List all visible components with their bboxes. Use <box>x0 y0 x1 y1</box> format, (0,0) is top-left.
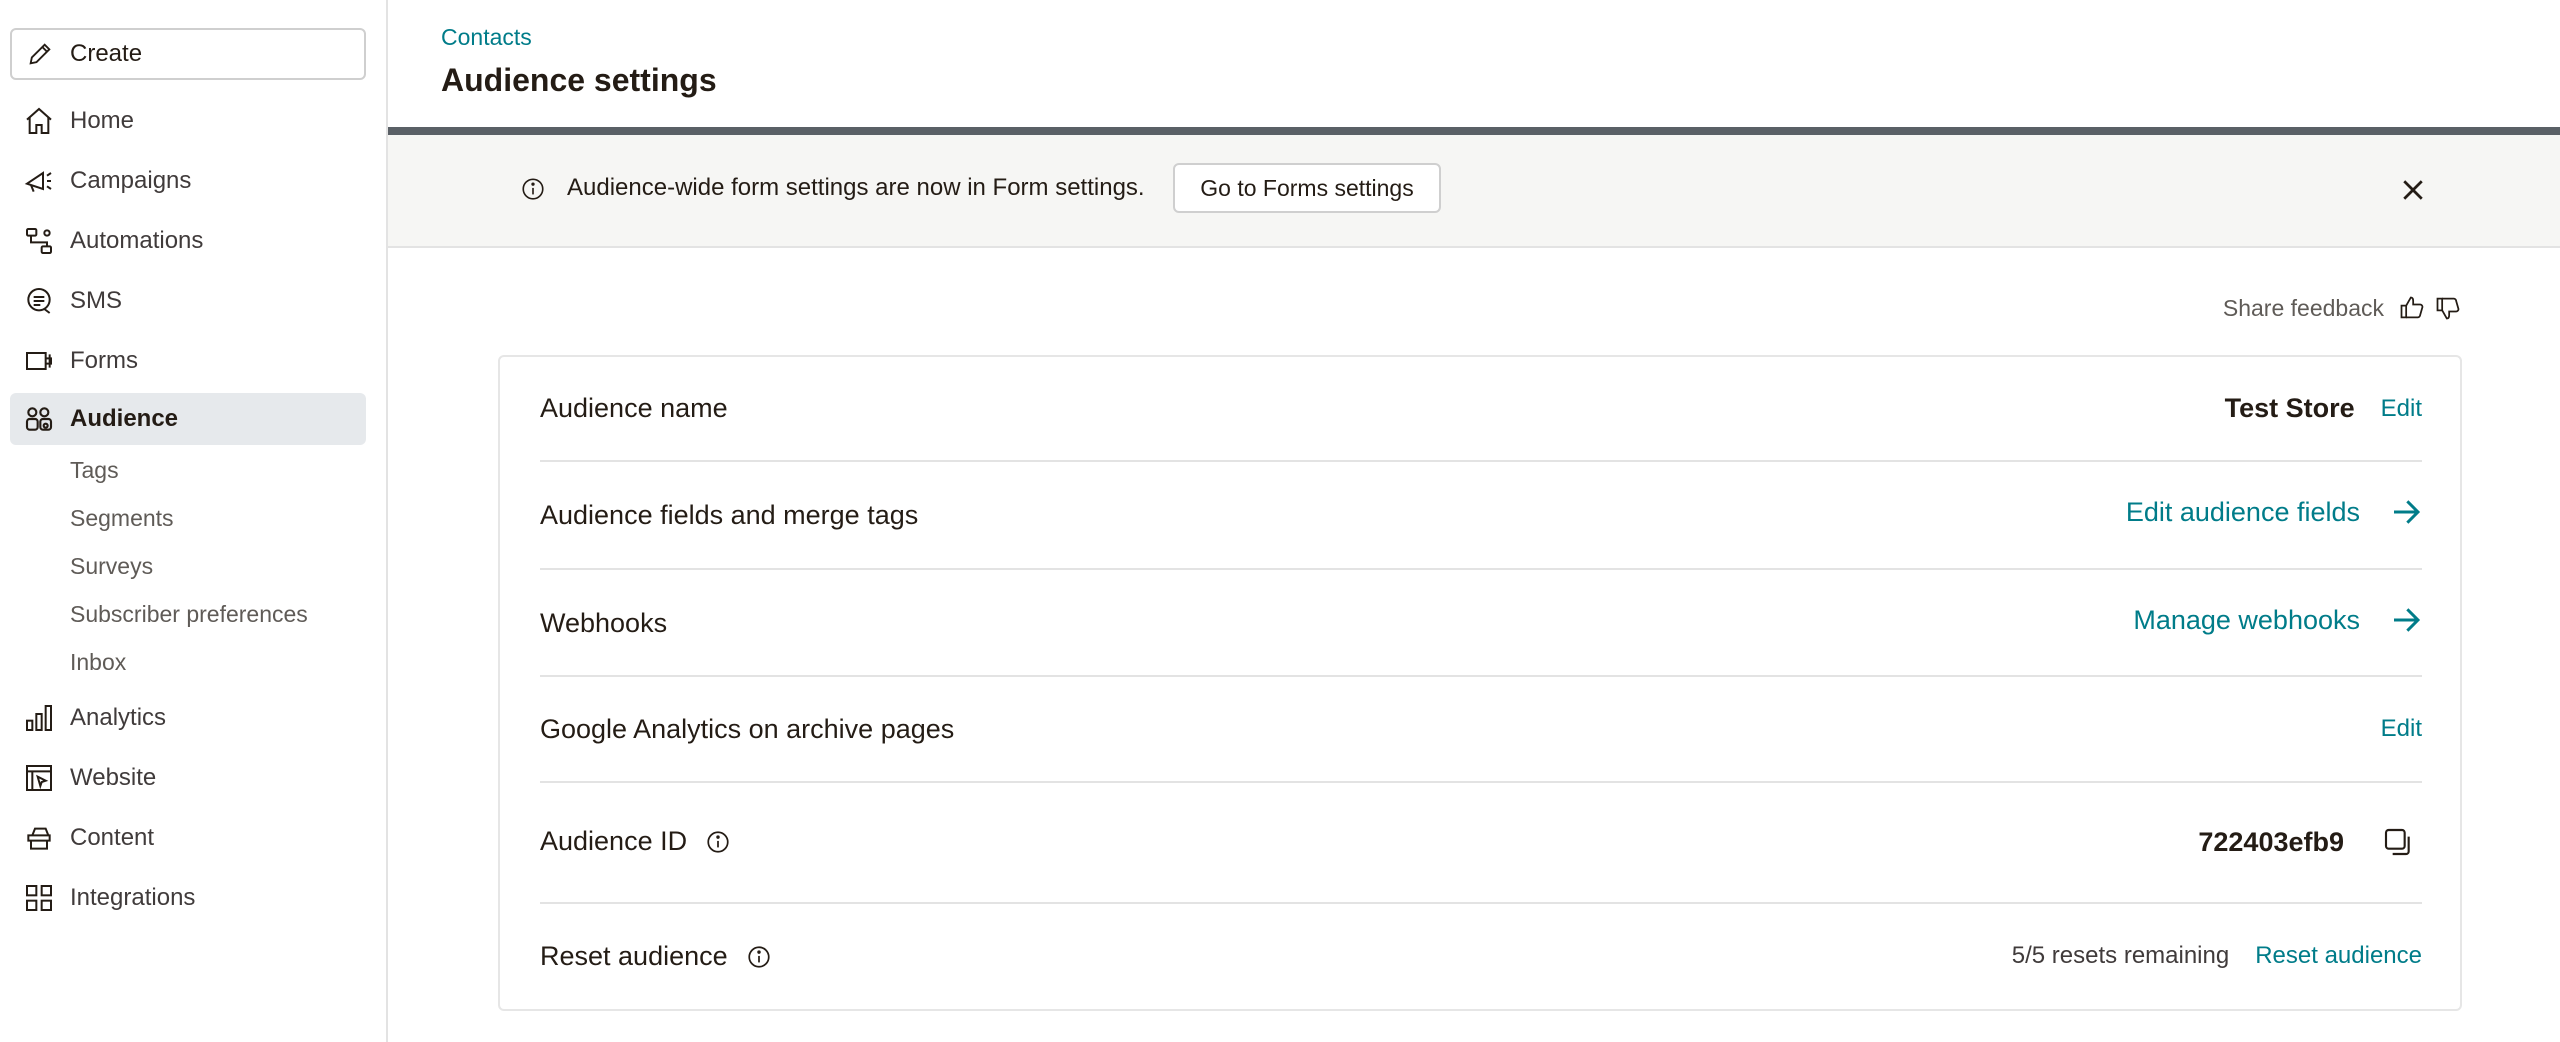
reset-audience-label-group: Reset audience <box>540 941 772 972</box>
google-analytics-edit-link[interactable]: Edit <box>2381 715 2422 743</box>
sidebar-sub-subscriber-preferences[interactable]: Subscriber preferences <box>70 594 308 634</box>
settings-card: Audience name Test Store Edit Audience f… <box>498 355 2462 1011</box>
nav-campaigns-label: Campaigns <box>70 167 192 194</box>
nav-campaigns[interactable]: Campaigns <box>10 155 366 207</box>
nav-integrations[interactable]: Integrations <box>10 872 366 924</box>
arrow-right-icon <box>2394 500 2421 524</box>
nav-sms[interactable]: SMS <box>10 275 366 327</box>
audience-name-edit-link[interactable]: Edit <box>2381 395 2422 423</box>
info-icon[interactable] <box>705 829 731 855</box>
nav-audience-label: Audience <box>70 405 179 432</box>
sidebar-sub-segments[interactable]: Segments <box>70 498 174 538</box>
page-title: Audience settings <box>441 62 717 98</box>
row-reset-audience: Reset audience 5/5 resets remaining Rese… <box>540 904 2422 1011</box>
nav-analytics-label: Analytics <box>70 704 167 731</box>
close-icon[interactable] <box>2398 175 2428 205</box>
nav-integrations-label: Integrations <box>70 884 196 911</box>
nav-home-label: Home <box>70 107 135 134</box>
manage-webhooks-link[interactable]: Manage webhooks <box>2133 604 2422 636</box>
breadcrumb-contacts[interactable]: Contacts <box>441 24 532 51</box>
audience-name-label: Audience name <box>540 393 728 423</box>
sidebar-sub-tags[interactable]: Tags <box>70 450 119 490</box>
google-analytics-label: Google Analytics on archive pages <box>540 714 955 744</box>
webhooks-label: Webhooks <box>540 608 668 638</box>
audience-name-value: Test Store <box>2224 393 2355 423</box>
nav-website-label: Website <box>70 764 157 791</box>
sidebar-sub-surveys[interactable]: Surveys <box>70 546 153 586</box>
row-audience-id: Audience ID 722403efb9 <box>540 783 2422 904</box>
pencil-icon <box>29 43 51 65</box>
row-audience-name: Audience name Test Store Edit <box>540 357 2422 462</box>
share-feedback-label: Share feedback <box>2222 294 2384 321</box>
row-audience-fields: Audience fields and merge tags Edit audi… <box>540 462 2422 570</box>
nav-automations[interactable]: Automations <box>10 215 366 267</box>
main-content: Contacts Audience settings Audience-wide… <box>388 0 2560 1042</box>
nav-automations-label: Automations <box>70 227 204 254</box>
share-feedback: Share feedback <box>2223 294 2462 322</box>
nav-content-label: Content <box>70 824 155 851</box>
info-icon[interactable] <box>746 944 772 970</box>
grid-icon <box>22 881 56 915</box>
create-button[interactable]: Create <box>10 28 366 80</box>
thumbs-up-icon[interactable] <box>2398 294 2426 322</box>
edit-audience-fields-text: Edit audience fields <box>2125 496 2360 527</box>
reset-audience-label: Reset audience <box>540 941 728 971</box>
go-to-forms-settings-button[interactable]: Go to Forms settings <box>1173 163 1441 213</box>
nav-sms-label: SMS <box>70 287 123 314</box>
edit-audience-fields-link[interactable]: Edit audience fields <box>2126 496 2422 528</box>
manage-webhooks-text: Manage webhooks <box>2133 604 2360 635</box>
form-icon <box>22 344 56 378</box>
home-icon <box>22 104 56 138</box>
automation-icon <box>22 224 56 258</box>
nav-forms[interactable]: Forms <box>10 335 366 387</box>
audience-id-value: 722403efb9 <box>2198 826 2344 857</box>
megaphone-icon <box>22 164 56 198</box>
sidebar-sub-inbox[interactable]: Inbox <box>70 642 126 682</box>
nav-audience[interactable]: Audience <box>10 393 366 445</box>
sms-icon <box>22 284 56 318</box>
info-icon <box>522 178 544 200</box>
bar-chart-icon <box>22 701 56 735</box>
website-icon <box>22 761 56 795</box>
row-google-analytics: Google Analytics on archive pages Edit <box>540 677 2422 783</box>
nav-website[interactable]: Website <box>10 752 366 804</box>
banner-text: Audience-wide form settings are now in F… <box>567 174 1145 201</box>
reset-audience-link[interactable]: Reset audience <box>2255 942 2422 970</box>
audience-id-label-group: Audience ID <box>540 826 731 857</box>
nav-analytics[interactable]: Analytics <box>10 692 366 744</box>
nav-content[interactable]: Content <box>10 812 366 864</box>
sidebar: Create Home Campaigns Automations SMS Fo… <box>0 0 388 1042</box>
nav-home[interactable]: Home <box>10 95 366 147</box>
create-label: Create <box>70 40 143 67</box>
copy-icon[interactable] <box>2382 826 2414 858</box>
audience-id-label: Audience ID <box>540 826 688 856</box>
thumbs-down-icon[interactable] <box>2434 294 2462 322</box>
resets-remaining-text: 5/5 resets remaining <box>2011 942 2230 969</box>
audience-fields-label: Audience fields and merge tags <box>540 500 919 530</box>
audience-icon <box>22 402 56 436</box>
header-divider <box>388 127 2560 135</box>
arrow-right-icon <box>2394 608 2421 632</box>
nav-forms-label: Forms <box>70 347 138 374</box>
row-webhooks: Webhooks Manage webhooks <box>540 570 2422 677</box>
info-banner: Audience-wide form settings are now in F… <box>388 135 2560 248</box>
content-icon <box>22 821 56 855</box>
